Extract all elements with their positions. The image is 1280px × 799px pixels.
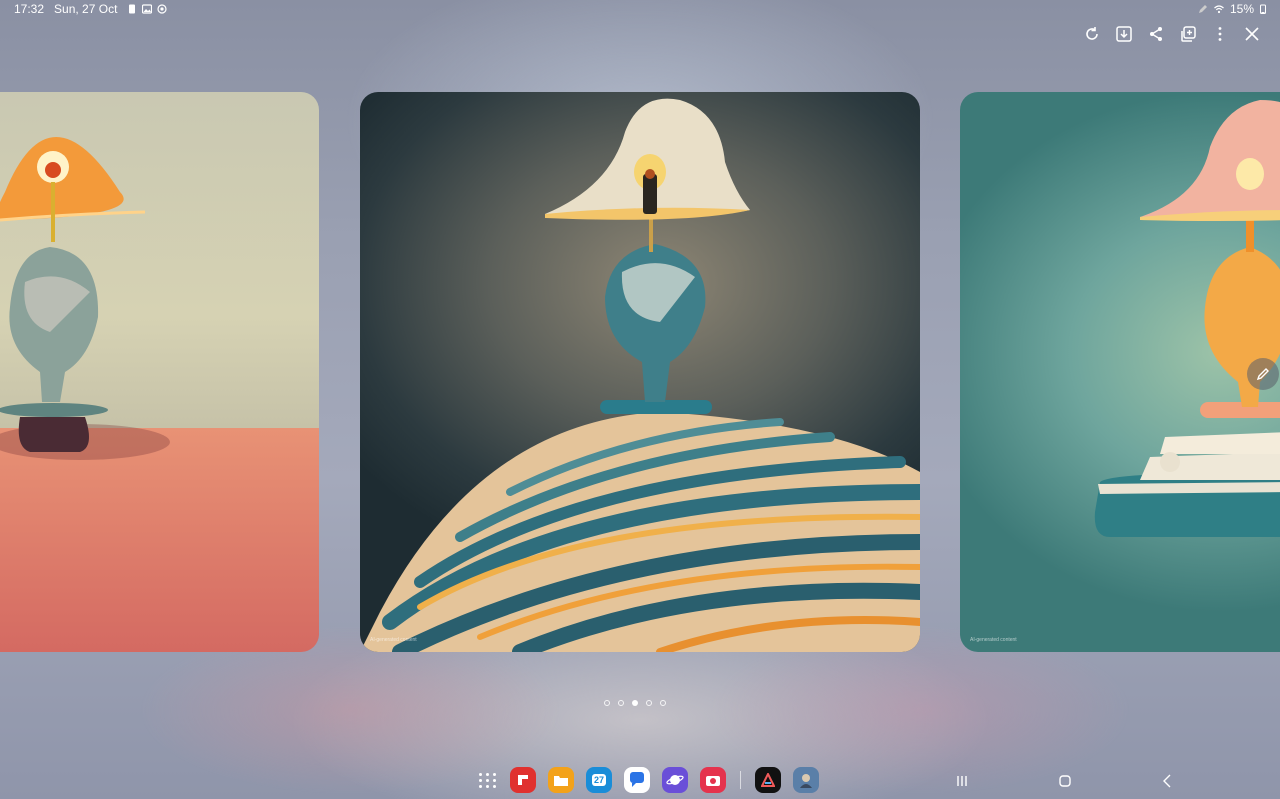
pencil-icon [1256, 368, 1269, 381]
status-date: Sun, 27 Oct [54, 2, 118, 16]
lamp-image-next [1094, 100, 1280, 537]
gallery-icon [142, 4, 153, 14]
back-button[interactable] [1156, 770, 1180, 792]
refresh-icon [1086, 27, 1098, 40]
lamp-image-previous [0, 137, 170, 460]
viewer-toolbar [1080, 22, 1264, 46]
arc-logo-icon [761, 773, 775, 787]
close-icon [1245, 27, 1259, 41]
app-drawer-button[interactable] [478, 770, 498, 790]
wifi-icon [1214, 5, 1224, 14]
close-button[interactable] [1240, 22, 1264, 46]
home-button[interactable] [1053, 770, 1077, 792]
battery-percent: 15% [1229, 2, 1254, 16]
folder-icon [554, 776, 568, 786]
calendar-day: 27 [591, 774, 606, 786]
status-time: 17:32 [14, 2, 45, 16]
ai-generated-label-next: AI-generated content [970, 637, 1017, 643]
download-icon [1116, 26, 1132, 42]
copy-button[interactable] [1176, 22, 1200, 46]
recents-icon [957, 776, 967, 786]
flipboard-app[interactable] [510, 767, 536, 793]
planet-icon [666, 775, 684, 785]
image-card-previous[interactable] [0, 92, 319, 652]
taskbar-divider [740, 771, 741, 789]
page-dot-4[interactable] [646, 700, 652, 706]
game-app[interactable] [793, 767, 819, 793]
page-dot-2[interactable] [618, 700, 624, 706]
screen-recorder-app[interactable] [700, 767, 726, 793]
camera-icon [706, 776, 720, 786]
battery-icon [1260, 4, 1266, 14]
page-dot-1[interactable] [604, 700, 610, 706]
character-icon [800, 774, 812, 788]
more-options-button[interactable] [1208, 22, 1232, 46]
internet-app[interactable] [662, 767, 688, 793]
image-card-next[interactable]: AI-generated content [960, 92, 1280, 652]
back-chevron-icon [1163, 774, 1171, 788]
lamp-image-current [360, 98, 920, 652]
pen-icon [1198, 5, 1207, 13]
page-dot-5[interactable] [660, 700, 666, 706]
copy-icon [1181, 26, 1196, 42]
arc-search-app[interactable] [755, 767, 781, 793]
navigation-bar [950, 770, 1180, 792]
calendar-app[interactable]: 27 [586, 767, 612, 793]
download-button[interactable] [1112, 22, 1136, 46]
flipboard-icon [518, 775, 528, 785]
image-card-current[interactable]: AI-generated content [360, 92, 920, 652]
ai-generated-label: AI-generated content [370, 637, 417, 643]
sync-icon [157, 4, 168, 14]
share-icon [1150, 27, 1162, 41]
my-files-app[interactable] [548, 767, 574, 793]
more-icon [1218, 27, 1222, 41]
home-icon [1059, 775, 1071, 787]
recent-apps-button[interactable] [950, 770, 974, 792]
status-bar: 17:32 Sun, 27 Oct 15% [0, 0, 1280, 18]
messages-app[interactable] [624, 767, 650, 793]
page-indicator [604, 700, 666, 706]
chat-bubble-icon [630, 772, 644, 787]
refresh-button[interactable] [1080, 22, 1104, 46]
page-dot-3-active[interactable] [632, 700, 638, 706]
edit-button[interactable] [1247, 358, 1279, 390]
taskbar: 27 [478, 767, 819, 793]
share-button[interactable] [1144, 22, 1168, 46]
sim-icon [129, 4, 136, 14]
